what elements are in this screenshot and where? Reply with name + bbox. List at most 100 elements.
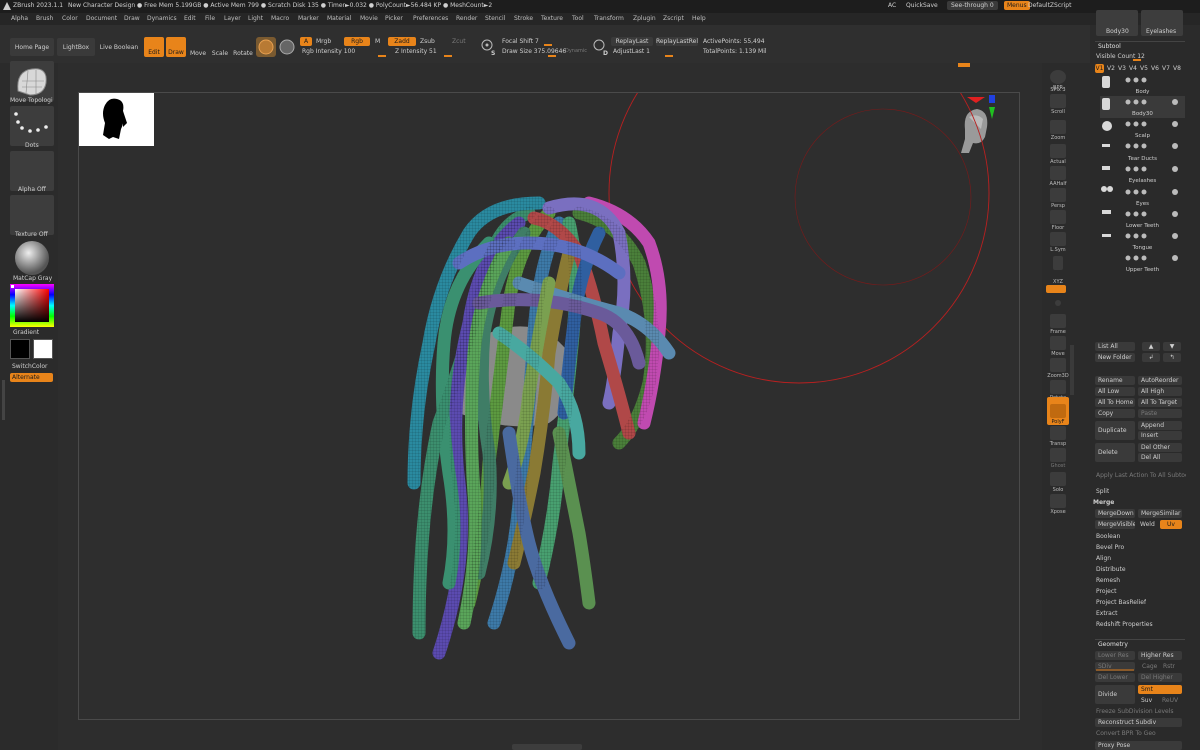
duplicate-button[interactable]: Duplicate: [1095, 421, 1135, 440]
boolean-section[interactable]: Boolean: [1096, 533, 1120, 540]
menu-transform[interactable]: Transform: [594, 15, 624, 22]
xpose-button[interactable]: Xpose: [1047, 487, 1069, 515]
extract-section[interactable]: Extract: [1096, 610, 1118, 617]
all-high-button[interactable]: All High: [1138, 387, 1182, 396]
apply-last-action-button[interactable]: Apply Last Action To All Subtool: [1096, 472, 1186, 479]
menu-alpha[interactable]: Alpha: [11, 15, 28, 22]
lower-res-button[interactable]: Lower Res: [1095, 651, 1135, 660]
vset-3[interactable]: V3: [1118, 65, 1126, 72]
replaylastrel-button[interactable]: ReplayLastRel: [656, 37, 698, 46]
rgb-toggle[interactable]: Rgb: [344, 37, 370, 46]
project-section[interactable]: Project: [1096, 588, 1117, 595]
document-canvas[interactable]: [78, 92, 1020, 720]
redshift-properties-section[interactable]: Redshift Properties: [1096, 621, 1153, 628]
switchcolor-button[interactable]: SwitchColor: [12, 363, 48, 370]
y-axis-toggle[interactable]: [1047, 297, 1069, 307]
adjustlast-slider[interactable]: AdjustLast 1: [613, 48, 650, 55]
mergevisible-button[interactable]: MergeVisible: [1095, 520, 1135, 529]
right-shelf-scrollbar[interactable]: [1070, 345, 1074, 395]
gradient-label[interactable]: Gradient: [13, 329, 39, 336]
align-section[interactable]: Align: [1096, 555, 1111, 562]
divide-button[interactable]: Divide: [1095, 685, 1135, 704]
lsym-button[interactable]: L.Sym: [1047, 225, 1069, 253]
menu-marker[interactable]: Marker: [298, 15, 319, 22]
rename-button[interactable]: Rename: [1095, 376, 1135, 385]
stroke-thumbnail[interactable]: [10, 106, 54, 146]
split-section[interactable]: Split: [1096, 488, 1109, 495]
menu-document[interactable]: Document: [86, 15, 117, 22]
vset-2[interactable]: V2: [1107, 65, 1115, 72]
vset-6[interactable]: V6: [1151, 65, 1159, 72]
menu-picker[interactable]: Picker: [385, 15, 403, 22]
live-boolean-button[interactable]: Live Boolean: [98, 38, 140, 56]
all-low-button[interactable]: All Low: [1095, 387, 1135, 396]
menu-material[interactable]: Material: [327, 15, 351, 22]
move-out-button[interactable]: ↰: [1163, 353, 1181, 362]
menu-light[interactable]: Light: [248, 15, 263, 22]
del-lower-button[interactable]: Del Lower: [1095, 673, 1135, 682]
menu-layer[interactable]: Layer: [224, 15, 241, 22]
smt-toggle[interactable]: Smt: [1138, 685, 1182, 694]
copy-button[interactable]: Copy: [1095, 409, 1135, 418]
vset-8[interactable]: V8: [1173, 65, 1181, 72]
canvas-scroll-marker[interactable]: [958, 63, 970, 67]
remesh-section[interactable]: Remesh: [1096, 577, 1120, 584]
suv-toggle[interactable]: Suv: [1141, 697, 1152, 704]
home-page-button[interactable]: Home Page: [10, 38, 54, 56]
brush-preview-icon[interactable]: [256, 37, 276, 57]
insert-button[interactable]: Insert: [1138, 431, 1182, 440]
z-intensity-slider[interactable]: Z Intensity 51: [395, 48, 437, 55]
menu-movie[interactable]: Movie: [360, 15, 378, 22]
quicksave-button[interactable]: QuickSave: [906, 2, 938, 9]
draw-button[interactable]: Draw: [166, 37, 186, 57]
cage-button[interactable]: Cage: [1142, 663, 1157, 670]
del-all-button[interactable]: Del All: [1138, 453, 1182, 462]
append-button[interactable]: Append: [1138, 421, 1182, 430]
zscript-selector[interactable]: DefaultZScript: [1028, 2, 1071, 9]
autoreorder-button[interactable]: AutoReorder: [1138, 376, 1182, 385]
mergedown-button[interactable]: MergeDown: [1095, 509, 1135, 518]
secondary-color-swatch[interactable]: [33, 339, 53, 359]
brush-thumbnail[interactable]: [10, 61, 54, 101]
del-higher-button[interactable]: Del Higher: [1138, 673, 1182, 682]
paste-button[interactable]: Paste: [1138, 409, 1182, 418]
hair-model-viewport[interactable]: [319, 183, 699, 683]
menu-brush[interactable]: Brush: [36, 15, 53, 22]
menu-dynamics[interactable]: Dynamics: [147, 15, 177, 22]
freeze-subdivision-button[interactable]: Freeze SubDivision Levels: [1096, 708, 1174, 715]
left-scrollbar[interactable]: [2, 380, 5, 420]
tool-thumb-eyelashes[interactable]: Eyelashes: [1141, 10, 1183, 36]
move-down-button[interactable]: ▼: [1163, 342, 1181, 351]
vset-5[interactable]: V5: [1140, 65, 1148, 72]
draw-size-slider[interactable]: Draw Size 375.09646: [502, 48, 566, 55]
subtool-header[interactable]: Subtool: [1095, 41, 1185, 51]
new-folder-button[interactable]: New Folder: [1095, 353, 1135, 362]
distribute-section[interactable]: Distribute: [1096, 566, 1126, 573]
list-all-button[interactable]: List All: [1095, 342, 1135, 351]
bottom-tray-handle[interactable]: [512, 744, 582, 750]
menu-preferences[interactable]: Preferences: [413, 15, 448, 22]
scroll-button[interactable]: Scroll: [1047, 87, 1069, 115]
zsub-toggle[interactable]: Zsub: [420, 38, 435, 45]
alternate-toggle[interactable]: Alternate: [10, 373, 53, 382]
mrgb-toggle[interactable]: Mrgb: [316, 38, 331, 45]
xyz-button[interactable]: XYZ: [1047, 263, 1069, 285]
menu-texture[interactable]: Texture: [541, 15, 563, 22]
see-through-slider[interactable]: See-through 0: [947, 1, 998, 10]
proxy-pose-button[interactable]: Proxy Pose: [1095, 741, 1182, 750]
ac-label[interactable]: AC: [888, 2, 896, 9]
menu-color[interactable]: Color: [62, 15, 78, 22]
rotate-axis-toggle[interactable]: [1046, 285, 1066, 293]
scale-button[interactable]: Scale: [210, 37, 230, 57]
rgb-intensity-slider[interactable]: Rgb Intensity 100: [302, 48, 355, 55]
alpha-thumbnail[interactable]: [10, 151, 54, 191]
all-to-target-button[interactable]: All To Target: [1138, 398, 1182, 407]
menu-draw[interactable]: Draw: [124, 15, 140, 22]
tool-thumb-body30[interactable]: Body30: [1096, 10, 1138, 36]
merge-section[interactable]: Merge: [1093, 499, 1114, 506]
bevel-pro-section[interactable]: Bevel Pro: [1096, 544, 1124, 551]
edit-button[interactable]: Edit: [144, 37, 164, 57]
menu-zscript[interactable]: Zscript: [663, 15, 684, 22]
material-sphere-icon[interactable]: [278, 37, 296, 57]
menu-zplugin[interactable]: Zplugin: [633, 15, 656, 22]
